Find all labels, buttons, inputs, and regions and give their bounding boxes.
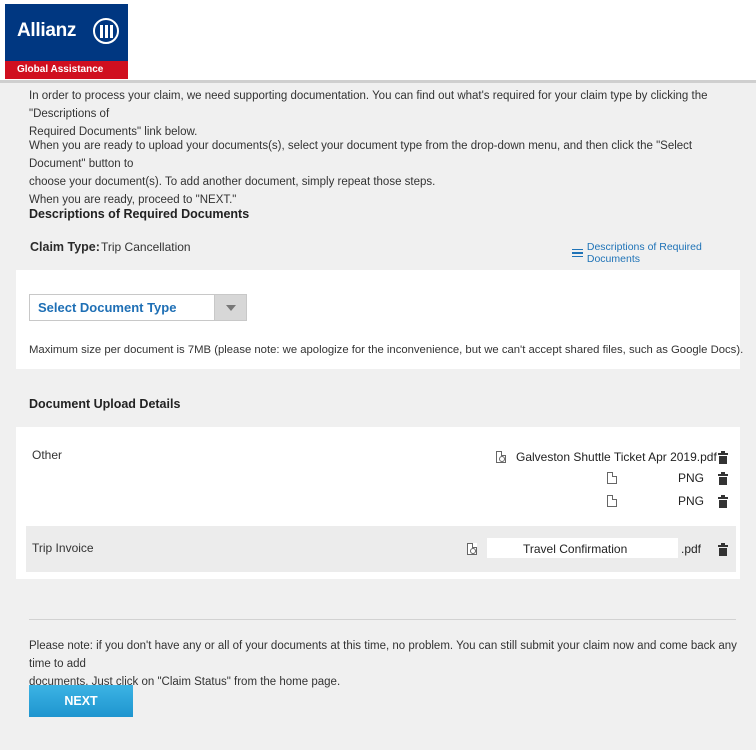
intro-line: When you are ready to upload your docume… bbox=[29, 140, 693, 170]
upload-details-heading: Document Upload Details bbox=[29, 397, 181, 411]
intro-paragraph-1: In order to process your claim, we need … bbox=[29, 87, 739, 141]
file-icon bbox=[607, 495, 617, 507]
delete-trash-icon[interactable] bbox=[718, 543, 728, 556]
delete-trash-icon[interactable] bbox=[718, 495, 728, 508]
delete-trash-icon[interactable] bbox=[718, 451, 728, 464]
allianz-logo[interactable]: Allianz Global Assistance bbox=[5, 4, 128, 79]
intro-line: choose your document(s). To add another … bbox=[29, 176, 436, 188]
uploaded-file-name[interactable]: PNG bbox=[678, 471, 704, 485]
next-button[interactable]: NEXT bbox=[29, 685, 133, 717]
claim-type-label: Claim Type: bbox=[30, 240, 100, 254]
intro-line: In order to process your claim, we need … bbox=[29, 90, 708, 120]
uploaded-file-extension: .pdf bbox=[681, 542, 702, 556]
uploaded-file-name[interactable]: Galveston Shuttle Ticket Apr 2019.pdf bbox=[516, 450, 717, 464]
footer-note-line: documents. Just click on "Claim Status" … bbox=[29, 676, 341, 688]
file-icon bbox=[607, 472, 617, 484]
chevron-down-icon[interactable] bbox=[214, 295, 246, 320]
document-type-select[interactable]: Select Document Type bbox=[29, 294, 247, 321]
uploaded-file-name[interactable]: PNG bbox=[678, 494, 704, 508]
upload-group-label: Other bbox=[32, 448, 63, 462]
max-size-note: Maximum size per document is 7MB (please… bbox=[29, 344, 744, 356]
section-divider bbox=[29, 619, 736, 620]
claim-type-value: Trip Cancellation bbox=[101, 240, 191, 254]
descriptions-heading: Descriptions of Required Documents bbox=[29, 207, 250, 221]
intro-paragraph-2: When you are ready to upload your docume… bbox=[29, 137, 739, 209]
descriptions-link[interactable]: Descriptions of Required Documents bbox=[572, 241, 756, 265]
logo-tagline: Global Assistance bbox=[17, 64, 104, 75]
logo-wordmark: Allianz bbox=[17, 20, 77, 41]
document-type-selected: Select Document Type bbox=[38, 300, 177, 315]
allianz-emblem-icon bbox=[93, 18, 119, 44]
list-icon bbox=[572, 248, 583, 258]
footer-note-line: Please note: if you don't have any or al… bbox=[29, 640, 737, 670]
descriptions-link-label: Descriptions of Required Documents bbox=[586, 241, 702, 265]
delete-trash-icon[interactable] bbox=[718, 472, 728, 485]
upload-group-label: Trip Invoice bbox=[32, 541, 94, 555]
pdf-icon bbox=[467, 543, 477, 555]
uploaded-file-name[interactable]: Travel Confirmation bbox=[523, 542, 627, 556]
footer-note: Please note: if you don't have any or al… bbox=[29, 637, 739, 691]
pdf-icon bbox=[496, 451, 506, 463]
header-divider bbox=[0, 80, 756, 83]
